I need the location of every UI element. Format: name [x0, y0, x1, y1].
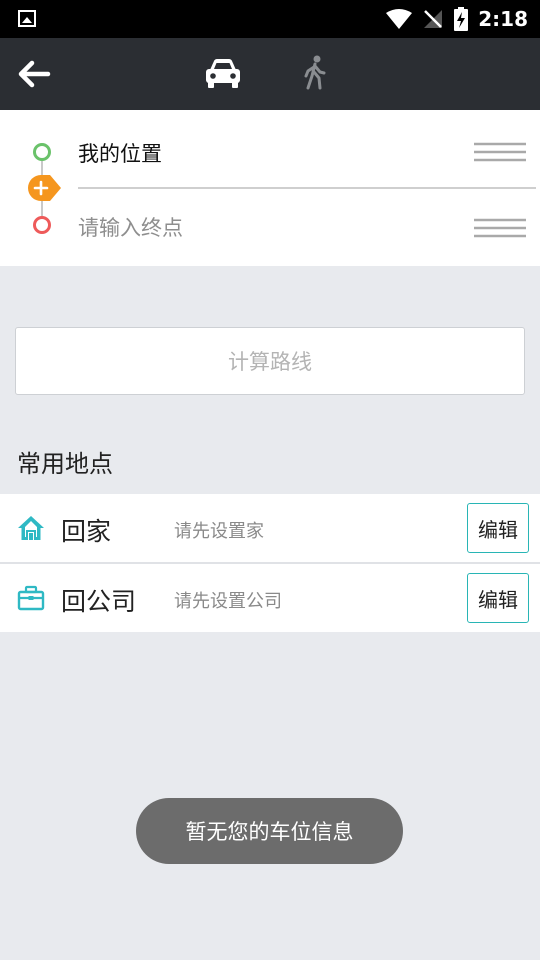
route-connector [41, 161, 43, 175]
place-name: 回公司 [61, 587, 137, 616]
wifi-icon [386, 9, 413, 29]
divider [78, 187, 536, 189]
plus-icon [28, 175, 61, 201]
start-point-icon [33, 143, 51, 161]
start-location-field[interactable]: 我的位置 [78, 138, 162, 168]
arrow-left-icon [18, 60, 51, 88]
edit-company-button[interactable]: 编辑 [467, 573, 529, 623]
edit-home-button[interactable]: 编辑 [467, 503, 529, 553]
place-name: 回家 [61, 517, 112, 546]
drive-mode-tab[interactable] [202, 54, 244, 94]
clock: 2:18 [478, 7, 528, 31]
add-waypoint-button[interactable] [28, 175, 62, 201]
system-status: 2:18 [386, 6, 528, 32]
place-hint: 请先设置公司 [174, 591, 282, 612]
car-icon [206, 59, 240, 88]
end-point-icon [33, 216, 51, 234]
toast-message: 暂无您的车位信息 [136, 798, 403, 864]
home-icon [17, 514, 45, 542]
briefcase-icon [17, 584, 45, 612]
route-panel: 我的位置 [0, 110, 540, 266]
gallery-notification-icon [18, 10, 36, 27]
reorder-handle-end[interactable] [472, 217, 528, 239]
walk-icon [304, 55, 326, 90]
drag-handle-icon [474, 142, 526, 162]
back-button[interactable] [14, 56, 54, 92]
calculate-route-button[interactable]: 计算路线 [15, 327, 525, 395]
status-bar: 2:18 [0, 0, 540, 38]
no-signal-icon [424, 10, 443, 28]
battery-charging-icon [454, 7, 469, 31]
walk-mode-tab[interactable] [300, 54, 332, 94]
reorder-handle-start[interactable] [472, 141, 528, 163]
drag-handle-icon [474, 218, 526, 238]
route-connector [41, 201, 43, 216]
common-places-title: 常用地点 [17, 450, 113, 478]
place-row-home[interactable]: 回家 请先设置家 编辑 [0, 494, 540, 562]
place-row-company[interactable]: 回公司 请先设置公司 编辑 [0, 564, 540, 632]
place-hint: 请先设置家 [174, 521, 264, 542]
top-toolbar [0, 38, 540, 110]
destination-input[interactable] [78, 212, 448, 244]
